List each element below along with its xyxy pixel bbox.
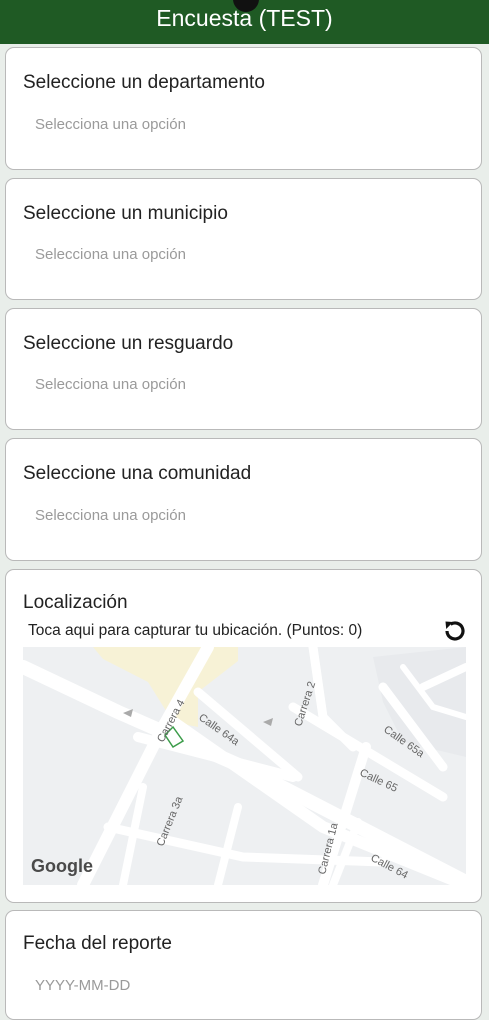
field-fecha[interactable]: Fecha del reporte YYYY-MM-DD — [5, 910, 482, 1020]
field-departamento-label: Seleccione un departamento — [23, 72, 265, 93]
location-card: Localización Toca aqui para capturar tu … — [5, 569, 482, 903]
field-resguardo[interactable]: Seleccione un resguardo Selecciona una o… — [5, 308, 482, 430]
location-label: Localización — [23, 592, 128, 613]
field-departamento-select[interactable]: Selecciona una opción — [35, 116, 186, 133]
refresh-icon — [445, 621, 465, 641]
location-map[interactable]: Carrera 4 Calle 64a Carrera 2 Calle 65a … — [23, 647, 466, 885]
reset-location-button[interactable] — [440, 616, 470, 646]
field-municipio[interactable]: Seleccione un municipio Selecciona una o… — [5, 178, 482, 300]
app-bar: Encuesta (TEST) — [0, 0, 489, 44]
field-resguardo-select[interactable]: Selecciona una opción — [35, 376, 186, 393]
field-fecha-input[interactable]: YYYY-MM-DD — [35, 977, 130, 994]
field-departamento[interactable]: Seleccione un departamento Selecciona un… — [5, 47, 482, 170]
field-comunidad[interactable]: Seleccione una comunidad Selecciona una … — [5, 438, 482, 561]
field-resguardo-label: Seleccione un resguardo — [23, 333, 234, 354]
field-municipio-label: Seleccione un municipio — [23, 203, 228, 224]
map-graphic: Carrera 4 Calle 64a Carrera 2 Calle 65a … — [23, 647, 466, 885]
capture-location-link[interactable]: Toca aqui para capturar tu ubicación. (P… — [28, 622, 362, 640]
field-comunidad-select[interactable]: Selecciona una opción — [35, 507, 186, 524]
field-comunidad-label: Seleccione una comunidad — [23, 463, 252, 484]
field-municipio-select[interactable]: Selecciona una opción — [35, 246, 186, 263]
field-fecha-label: Fecha del reporte — [23, 933, 172, 954]
google-logo: Google — [31, 856, 93, 876]
